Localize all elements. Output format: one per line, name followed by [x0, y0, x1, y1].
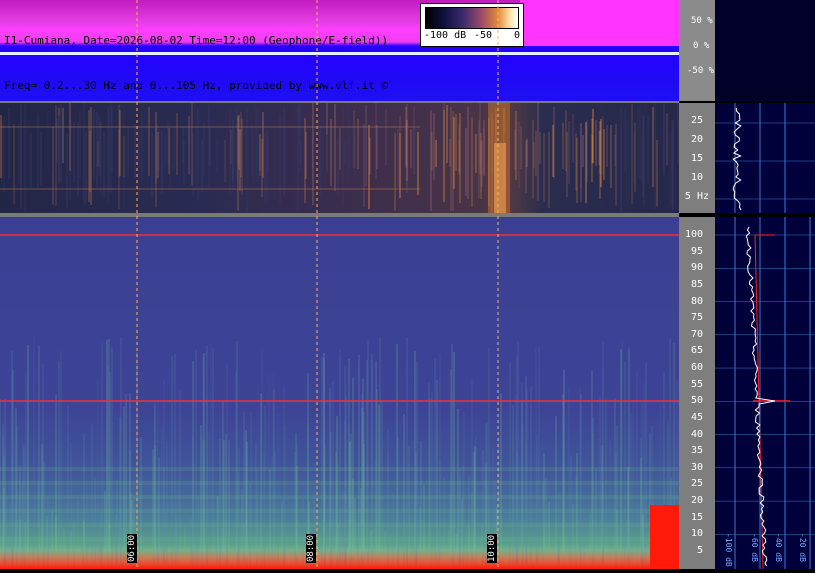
profile-label-40db: -40 dB — [774, 533, 783, 562]
high-tick: 95 — [690, 245, 703, 257]
high-tick: 55 — [690, 378, 703, 390]
profile-top-blank — [715, 0, 815, 101]
high-tick: 50 — [690, 395, 703, 407]
low-tick-15: 15 — [690, 153, 703, 164]
low-tick-10: 10 — [690, 172, 703, 183]
spectrum-profile-high: -100 dB -60 dB -40 dB -20 dB — [715, 217, 815, 570]
high-tick: 5 — [696, 545, 703, 556]
pct-label-0: 0 % — [693, 41, 710, 51]
high-tick: 85 — [690, 278, 703, 290]
high-tick: 70 — [690, 328, 703, 340]
high-tick: 35 — [690, 445, 703, 457]
profile-label-100db: -100 dB — [724, 533, 733, 567]
low-tick-25: 25 — [690, 115, 703, 126]
time-mark-0600: 06:00 — [127, 533, 137, 563]
pct-label-50: 50 % — [691, 16, 713, 26]
profile-label-60db: -60 dB — [750, 533, 759, 562]
frequency-axis-high: 100 95 90 85 80 75 70 65 60 55 50 45 40 35 30 25 20 15 10 5 — [679, 217, 715, 569]
high-tick: 40 — [690, 428, 703, 440]
high-tick: 15 — [690, 511, 703, 523]
profile-label-20db: -20 dB — [798, 533, 807, 562]
high-tick: 90 — [690, 262, 703, 274]
profile-low-plot — [715, 103, 815, 213]
high-tick: 20 — [690, 495, 703, 507]
percent-axis: 50 % 0 % -50 % — [679, 0, 715, 101]
high-tick: 65 — [690, 345, 703, 357]
high-tick: 100 — [684, 229, 703, 240]
frequency-axis-low: 25 20 15 10 5 Hz — [679, 103, 715, 213]
low-tick-20: 20 — [690, 134, 703, 145]
high-tick: 80 — [690, 295, 703, 307]
high-tick: 10 — [690, 528, 703, 540]
time-mark-1000: 10:00 — [487, 533, 497, 563]
low-tick-5hz: 5 Hz — [684, 191, 709, 202]
spectrum-profile-low — [715, 103, 815, 213]
high-tick: 30 — [690, 461, 703, 473]
time-marker-lines — [136, 0, 499, 569]
profile-high-plot — [715, 217, 815, 570]
time-mark-0800: 08:00 — [306, 533, 316, 563]
high-tick: 75 — [690, 312, 703, 324]
pct-label-neg50: -50 % — [687, 66, 715, 76]
high-tick: 45 — [690, 411, 703, 423]
high-tick: 60 — [690, 362, 703, 374]
high-tick: 25 — [690, 478, 703, 490]
